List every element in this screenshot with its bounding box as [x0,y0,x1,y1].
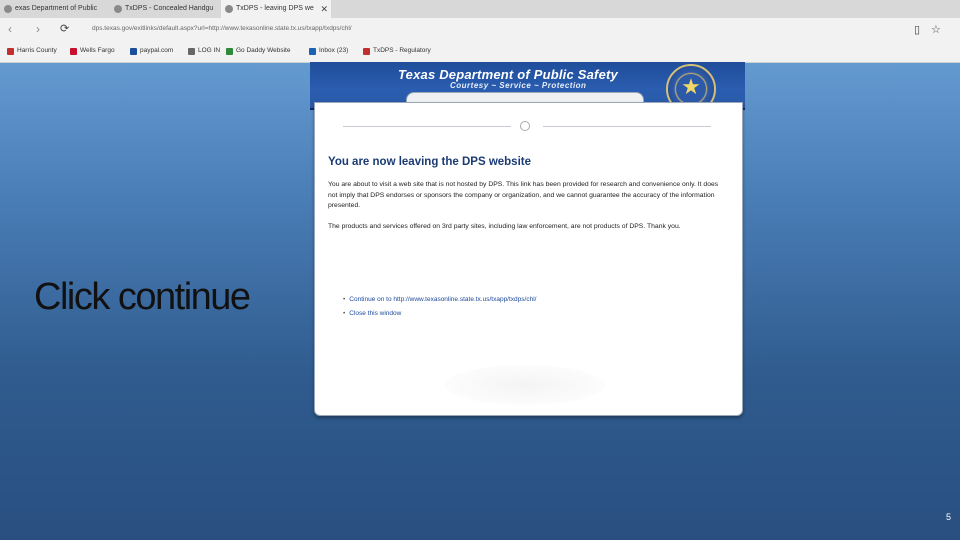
favorite-icon [309,48,316,55]
globe-icon [4,5,12,13]
dps-exit-page: Texas Department of Public Safety Courte… [310,62,745,417]
link-list: Continue on to http://www.texasonline.st… [343,293,536,321]
slide-title: Click continue [34,276,251,318]
favorite-icon [130,48,137,55]
favorite-icon [7,48,14,55]
close-tab-icon[interactable]: ✕ [320,0,328,18]
address-bar-row: ‹ › ⟳ dps.texas.gov/exitlinks/default.as… [0,18,960,42]
star-icon: ★ [681,74,701,99]
dps-header-title: Texas Department of Public Safety [398,67,618,82]
tab-leaving-dps[interactable]: TxDPS - leaving DPS we ✕ [221,0,331,18]
favorite-log-in[interactable]: LOG IN [188,47,221,55]
favorite-go-daddy[interactable]: Go Daddy Website [226,47,291,55]
favorite-label: Harris County [17,47,57,54]
favorite-star-icon[interactable]: ☆ [931,23,941,36]
page-heading: You are now leaving the DPS website [328,156,532,168]
slide-page-number: 5 [945,512,951,522]
tab-label: TxDPS - leaving DPS we [236,5,314,12]
favorite-icon [363,48,370,55]
refresh-icon[interactable]: ⟳ [60,22,69,35]
favorite-icon [226,48,233,55]
continue-link[interactable]: Continue on to http://www.texasonline.st… [343,293,536,307]
favorite-wells-fargo[interactable]: Wells Fargo [70,47,115,55]
favorites-bar: Harris County Wells Fargo paypal.com LOG… [0,42,960,63]
globe-icon [114,5,122,13]
divider [543,126,711,127]
favorite-icon [70,48,77,55]
tab-texas-dps[interactable]: exas Department of Public [0,0,108,18]
close-window-link-text[interactable]: Close this window [349,310,401,317]
favorite-icon [188,48,195,55]
favorite-label: paypal.com [140,47,174,54]
favorite-label: Inbox (23) [319,47,349,54]
dps-content-panel: You are now leaving the DPS website You … [314,102,743,416]
url-field[interactable]: dps.texas.gov/exitlinks/default.aspx?url… [92,25,352,32]
ornament-icon [520,121,530,131]
continue-link-text[interactable]: Continue on to http://www.texasonline.st… [349,296,536,303]
disclaimer-paragraph: You are about to visit a web site that i… [328,181,719,209]
back-icon[interactable]: ‹ [8,22,12,36]
reading-view-icon[interactable]: ▯ [914,23,920,36]
favorite-inbox[interactable]: Inbox (23) [309,47,349,55]
favorite-label: Wells Fargo [80,47,115,54]
third-party-paragraph: The products and services offered on 3rd… [328,223,681,230]
divider [343,126,511,127]
tab-concealed-handgun[interactable]: TxDPS - Concealed Handgu [110,0,220,18]
browser-tab-bar: exas Department of Public TxDPS - Concea… [0,0,960,18]
favorite-paypal[interactable]: paypal.com [130,47,174,55]
forward-icon[interactable]: › [36,22,40,36]
favorite-txdps-regulatory[interactable]: TxDPS - Regulatory [363,47,431,55]
tab-label: TxDPS - Concealed Handgu [125,5,214,12]
tab-label: exas Department of Public [15,5,98,12]
favorite-label: TxDPS - Regulatory [373,47,431,54]
seal-watermark [445,365,605,405]
close-window-link[interactable]: Close this window [343,307,536,321]
globe-icon [225,5,233,13]
favorite-label: Go Daddy Website [236,47,291,54]
favorite-label: LOG IN [198,47,221,54]
dps-header-motto: Courtesy ~ Service ~ Protection [450,81,587,90]
favorite-harris-county[interactable]: Harris County [7,47,57,55]
